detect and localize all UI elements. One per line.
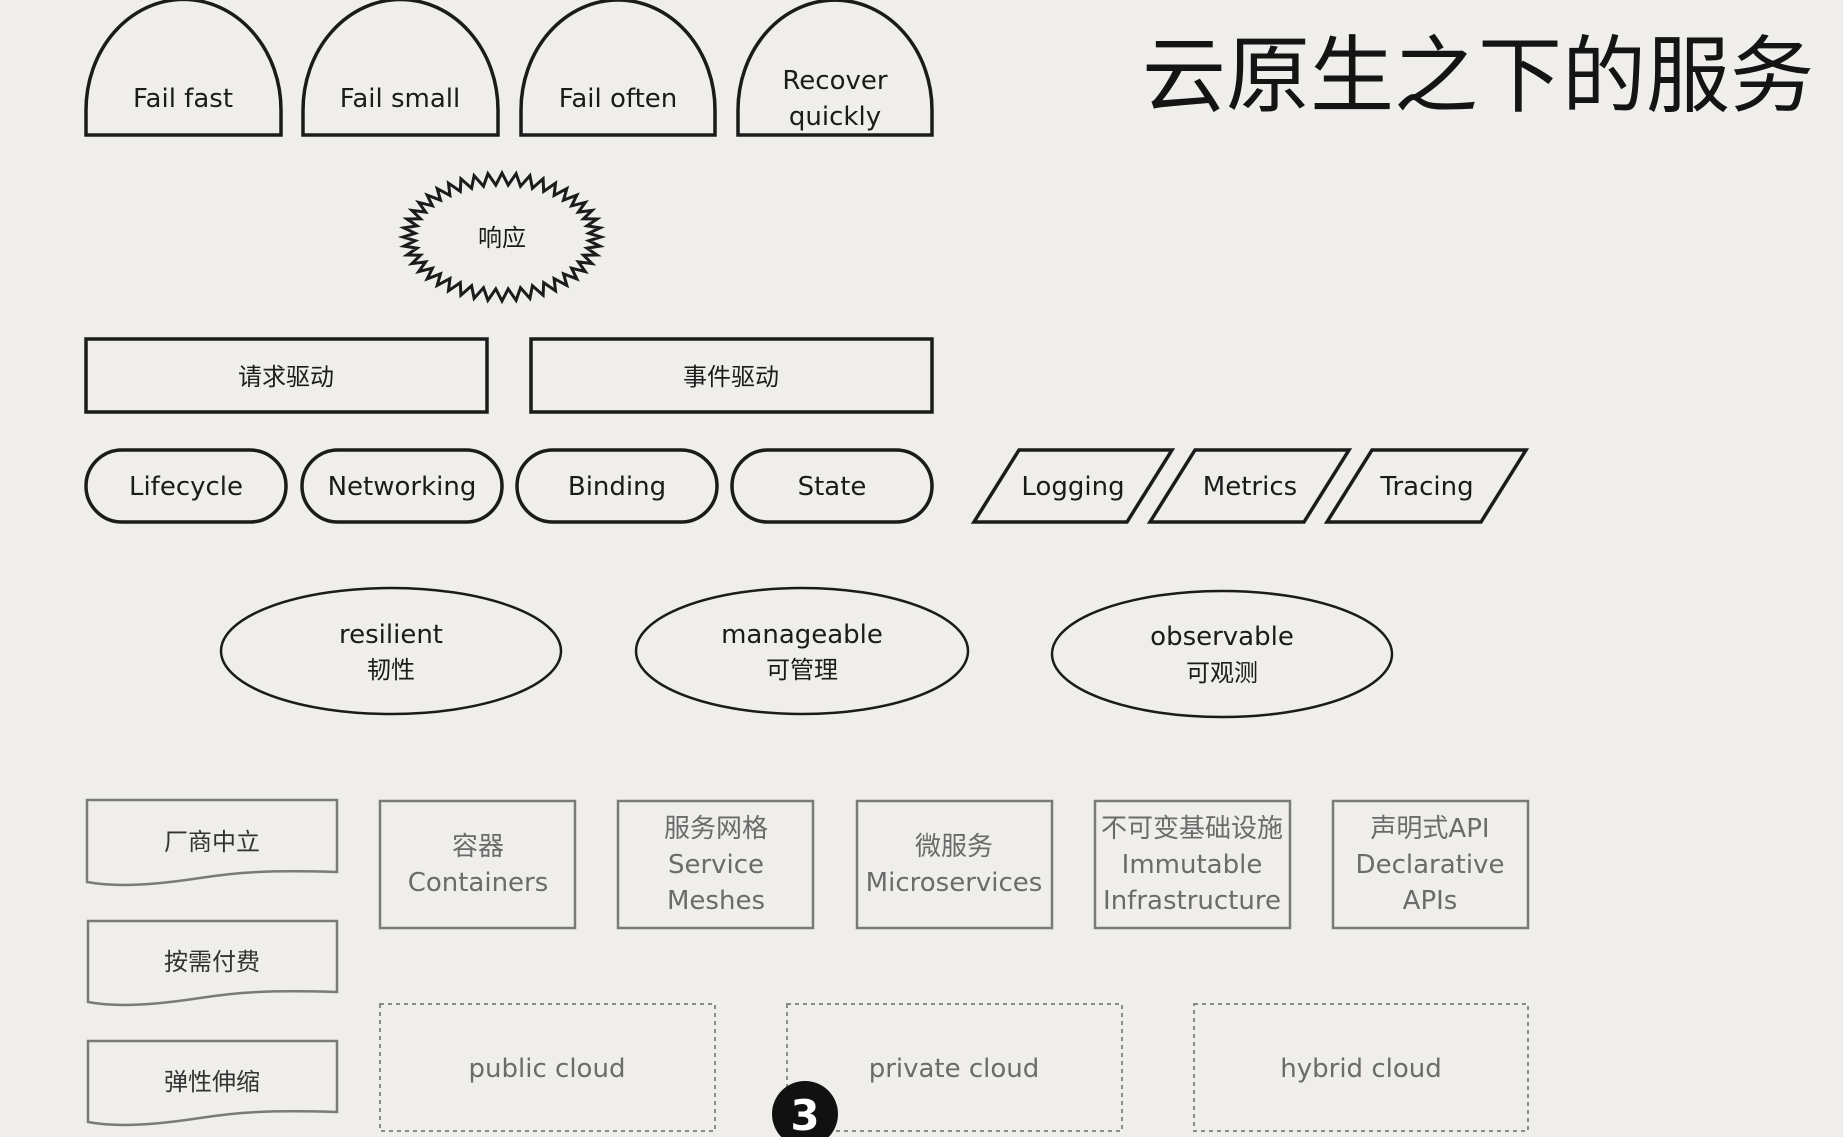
- cloud-hybrid: hybrid cloud: [1193, 1003, 1529, 1132]
- cloud-label: private cloud: [869, 1054, 1040, 1084]
- parallelogram-label: Tracing: [1379, 472, 1473, 502]
- wave-label: 弹性伸缩: [164, 1068, 260, 1096]
- request-driven-box: 请求驱动: [84, 337, 489, 414]
- ellipse-label-en: observable: [1150, 622, 1294, 652]
- parallelogram-tracing: Tracing: [1323, 448, 1530, 524]
- ellipse-label-en: resilient: [339, 620, 443, 650]
- box-label-line2: Microservices: [866, 868, 1043, 898]
- diagram-svg: 云原生之下的服务 Fail fast Fail small Fail often…: [84, 0, 1814, 1137]
- pill-label: State: [798, 472, 867, 502]
- box-label-line1: 不可变基础设施: [1101, 814, 1283, 844]
- parallelogram-logging: Logging: [970, 448, 1176, 524]
- box-label-line3: APIs: [1403, 886, 1458, 916]
- box-label-line1: 容器: [452, 832, 504, 862]
- box-label-line1: 服务网格: [664, 814, 768, 844]
- ellipse-label-en: manageable: [721, 620, 883, 650]
- cloud-label: public cloud: [469, 1054, 626, 1084]
- dome-fail-often: Fail often: [519, 0, 717, 137]
- dome-fail-small: Fail small: [301, 0, 500, 137]
- event-driven-box: 事件驱动: [529, 337, 934, 414]
- wave-vendor-neutral: 厂商中立: [85, 798, 339, 887]
- box-label-line3: Infrastructure: [1103, 886, 1281, 916]
- cloud-label: hybrid cloud: [1280, 1054, 1441, 1084]
- box-immutable-infrastructure: 不可变基础设施 Immutable Infrastructure: [1093, 799, 1292, 930]
- pill-state: State: [730, 448, 934, 524]
- ellipse-resilient: resilient 韧性: [219, 586, 563, 716]
- box-label-line3: Meshes: [667, 886, 765, 916]
- burst-label: 响应: [478, 224, 526, 252]
- page-marker: 3: [772, 1081, 838, 1137]
- ellipse-manageable: manageable 可管理: [634, 586, 970, 716]
- driver-label: 事件驱动: [683, 363, 779, 391]
- box-containers: 容器 Containers: [378, 799, 577, 930]
- dome-label-line1: Recover: [782, 66, 887, 96]
- parallelogram-metrics: Metrics: [1146, 448, 1353, 524]
- ellipse-observable: observable 可观测: [1050, 589, 1394, 719]
- page-marker-number: 3: [790, 1091, 819, 1137]
- box-microservices: 微服务 Microservices: [855, 799, 1054, 930]
- box-label-line2: Immutable: [1122, 850, 1263, 880]
- box-label-line2: Containers: [408, 868, 549, 898]
- page-title: 云原生之下的服务: [1142, 27, 1814, 125]
- cloud-public: public cloud: [379, 1003, 716, 1132]
- dome-recover-quickly: Recover quickly: [736, 0, 934, 137]
- box-label-line1: 微服务: [915, 832, 993, 862]
- box-label-line2: Service: [668, 850, 764, 880]
- pill-label: Networking: [328, 472, 477, 502]
- pill-label: Binding: [568, 472, 666, 502]
- ellipse-label-zh: 可观测: [1186, 659, 1258, 687]
- dome-label-line2: quickly: [789, 102, 881, 132]
- ellipse-label-zh: 可管理: [766, 656, 838, 684]
- ellipse-label-zh: 韧性: [367, 656, 415, 684]
- box-service-meshes: 服务网格 Service Meshes: [616, 799, 815, 930]
- wave-label: 按需付费: [164, 948, 260, 976]
- dome-label: Fail fast: [133, 84, 233, 114]
- pill-label: Lifecycle: [129, 472, 243, 502]
- pill-lifecycle: Lifecycle: [84, 448, 288, 524]
- parallelogram-label: Logging: [1021, 472, 1124, 502]
- diagram-canvas: 云原生之下的服务 Fail fast Fail small Fail often…: [0, 0, 1843, 1137]
- dome-fail-fast: Fail fast: [84, 0, 283, 137]
- dome-label: Fail small: [340, 84, 460, 114]
- wave-pay-per-use: 按需付费: [86, 919, 339, 1007]
- box-declarative-apis: 声明式API Declarative APIs: [1331, 799, 1530, 930]
- dome-label: Fail often: [559, 84, 678, 114]
- wave-elastic-scaling: 弹性伸缩: [86, 1039, 339, 1127]
- box-label-line2: Declarative: [1356, 850, 1505, 880]
- response-burst: 响应: [397, 169, 607, 305]
- parallelogram-label: Metrics: [1203, 472, 1297, 502]
- box-label-line1: 声明式API: [1370, 814, 1489, 844]
- pill-networking: Networking: [300, 448, 504, 524]
- driver-label: 请求驱动: [238, 363, 334, 391]
- wave-label: 厂商中立: [164, 828, 260, 856]
- pill-binding: Binding: [515, 448, 719, 524]
